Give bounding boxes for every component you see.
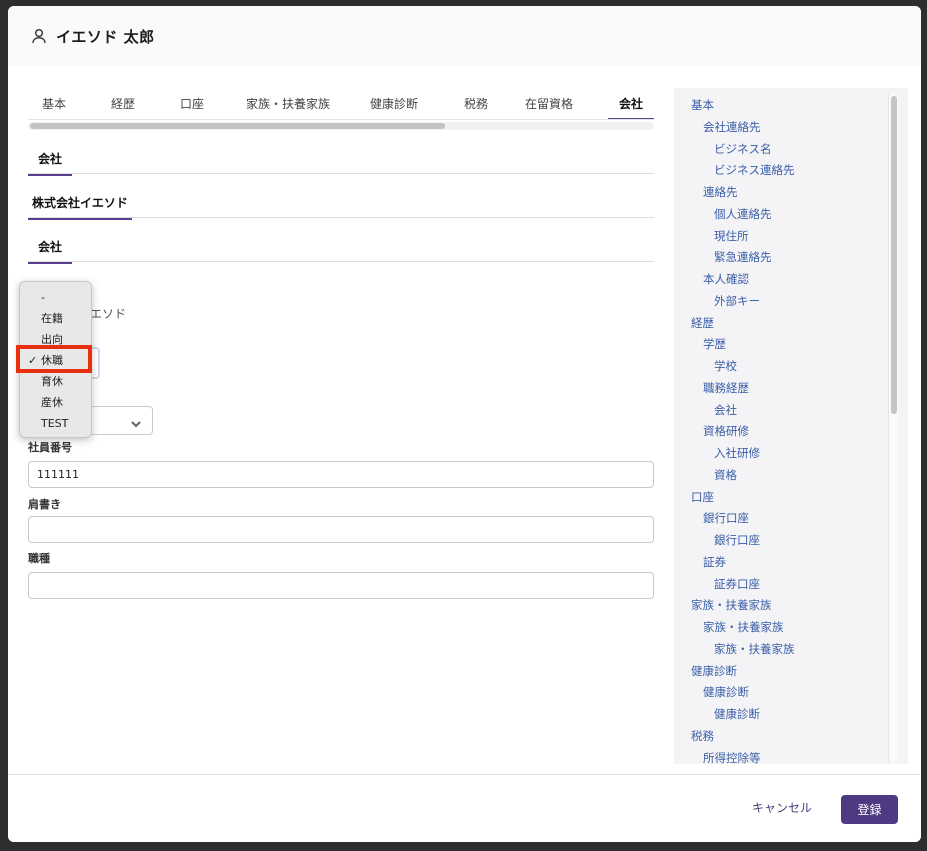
dropdown-option-6[interactable]: TEST bbox=[20, 413, 91, 434]
dropdown-option-1[interactable]: 在籍 bbox=[20, 308, 91, 329]
dropdown-option-5[interactable]: 産休 bbox=[20, 392, 91, 413]
toc-item-29[interactable]: 税務 bbox=[691, 728, 714, 744]
title-label: 肩書き bbox=[28, 498, 61, 511]
toc-item-10[interactable]: 経歴 bbox=[691, 315, 714, 331]
toc-item-28[interactable]: 健康診断 bbox=[714, 706, 760, 722]
tab-scrollbar-thumb[interactable] bbox=[30, 123, 445, 129]
toc-item-7[interactable]: 緊急連絡先 bbox=[714, 249, 772, 265]
modal-header: イエソド 太郎 bbox=[8, 6, 921, 66]
title-input[interactable] bbox=[28, 516, 654, 543]
toc-item-30[interactable]: 所得控除等 bbox=[703, 750, 761, 765]
job-type-label: 職種 bbox=[28, 552, 50, 565]
dropdown-option-4[interactable]: 育休 bbox=[20, 371, 91, 392]
tab-0[interactable]: 基本 bbox=[28, 86, 80, 119]
toc-item-3[interactable]: ビジネス連絡先 bbox=[714, 162, 795, 178]
toc-item-17[interactable]: 資格 bbox=[714, 467, 737, 483]
employee-number-input[interactable]: 111111 bbox=[28, 461, 654, 488]
section-company: 会社 bbox=[28, 148, 654, 176]
toc-scrollbar[interactable] bbox=[888, 94, 898, 762]
dropdown-option-2[interactable]: 出向 bbox=[20, 329, 91, 350]
check-icon: ✓ bbox=[28, 354, 38, 367]
toc-item-19[interactable]: 銀行口座 bbox=[703, 510, 749, 526]
toc-item-11[interactable]: 学歴 bbox=[703, 336, 726, 352]
toc-item-1[interactable]: 会社連絡先 bbox=[703, 119, 761, 135]
toc-item-9[interactable]: 外部キー bbox=[714, 293, 760, 309]
modal-footer: キャンセル 登録 bbox=[8, 774, 921, 842]
section-company-sub: 会社 bbox=[28, 236, 654, 264]
toc-item-23[interactable]: 家族・扶養家族 bbox=[691, 597, 772, 613]
dropdown-option-label: 出向 bbox=[41, 333, 63, 346]
tab-1[interactable]: 経歴 bbox=[90, 86, 156, 119]
toc-item-2[interactable]: ビジネス名 bbox=[714, 141, 772, 157]
toc-item-26[interactable]: 健康診断 bbox=[691, 663, 737, 679]
submit-button[interactable]: 登録 bbox=[841, 795, 898, 824]
toc-item-14[interactable]: 会社 bbox=[714, 402, 737, 418]
chevron-down-icon bbox=[130, 415, 142, 428]
toc-item-15[interactable]: 資格研修 bbox=[703, 423, 749, 439]
tab-7[interactable]: 会社 bbox=[608, 86, 654, 119]
toc-item-4[interactable]: 連絡先 bbox=[703, 184, 738, 200]
modal-title: イエソド 太郎 bbox=[56, 27, 155, 46]
company-field-value: エソド bbox=[90, 307, 127, 321]
toc-item-18[interactable]: 口座 bbox=[691, 489, 714, 505]
toc-item-8[interactable]: 本人確認 bbox=[703, 271, 749, 287]
status-dropdown-menu: - 在籍 出向 ✓ 休職 育休 産休 TEST bbox=[19, 281, 92, 438]
dropdown-option-3[interactable]: ✓ 休職 bbox=[20, 350, 91, 371]
employee-number-label: 社員番号 bbox=[28, 441, 72, 454]
toc-item-20[interactable]: 銀行口座 bbox=[714, 532, 760, 548]
dropdown-option-label: TEST bbox=[41, 417, 69, 430]
dropdown-option-0[interactable]: - bbox=[20, 287, 91, 308]
toc-item-22[interactable]: 証券口座 bbox=[714, 576, 760, 592]
employee-edit-modal: イエソド 太郎 基本経歴口座家族・扶養家族健康診断税務在留資格会社雇用保 会社 … bbox=[8, 6, 921, 842]
dropdown-option-label: 在籍 bbox=[41, 312, 63, 325]
dropdown-option-label: 休職 bbox=[41, 354, 63, 367]
form-area: 基本経歴口座家族・扶養家族健康診断税務在留資格会社雇用保 会社 株式会社イエソド… bbox=[8, 66, 668, 776]
section-company-sub-title: 会社 bbox=[28, 238, 73, 264]
dropdown-option-label: 産休 bbox=[41, 396, 63, 409]
section-company-name-title: 株式会社イエソド bbox=[28, 194, 132, 220]
section-company-title: 会社 bbox=[28, 150, 73, 176]
toc-item-0[interactable]: 基本 bbox=[691, 97, 714, 113]
toc-item-24[interactable]: 家族・扶養家族 bbox=[703, 619, 784, 635]
tab-2[interactable]: 口座 bbox=[166, 86, 218, 119]
job-type-input[interactable] bbox=[28, 572, 654, 599]
tab-3[interactable]: 家族・扶養家族 bbox=[228, 86, 348, 119]
dropdown-option-label: 育休 bbox=[41, 375, 63, 388]
tab-5[interactable]: 税務 bbox=[450, 86, 502, 119]
section-company-name: 株式会社イエソド bbox=[28, 192, 654, 220]
tab-scrollbar[interactable] bbox=[28, 122, 654, 130]
tab-4[interactable]: 健康診断 bbox=[348, 86, 440, 119]
toc-item-12[interactable]: 学校 bbox=[714, 358, 737, 374]
toc-item-16[interactable]: 入社研修 bbox=[714, 445, 760, 461]
cancel-button[interactable]: キャンセル bbox=[752, 799, 812, 816]
toc-item-21[interactable]: 証券 bbox=[703, 554, 726, 570]
toc-item-27[interactable]: 健康診断 bbox=[703, 684, 749, 700]
user-icon bbox=[30, 27, 48, 45]
tab-bar: 基本経歴口座家族・扶養家族健康診断税務在留資格会社雇用保 bbox=[28, 86, 654, 120]
tab-6[interactable]: 在留資格 bbox=[512, 86, 586, 119]
toc-item-25[interactable]: 家族・扶養家族 bbox=[714, 641, 795, 657]
dropdown-option-label: - bbox=[41, 291, 45, 304]
toc-item-5[interactable]: 個人連絡先 bbox=[714, 206, 772, 222]
table-of-contents: 基本会社連絡先ビジネス名ビジネス連絡先連絡先個人連絡先現住所緊急連絡先本人確認外… bbox=[674, 88, 908, 764]
toc-scrollbar-thumb[interactable] bbox=[891, 96, 897, 414]
toc-item-13[interactable]: 職務経歴 bbox=[703, 380, 749, 396]
toc-item-6[interactable]: 現住所 bbox=[714, 228, 749, 244]
